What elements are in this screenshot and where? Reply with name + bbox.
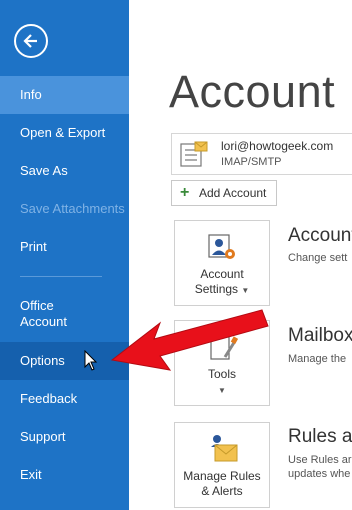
main-panel: Account Inf lori@howtogeek.com IMAP/SMTP…	[129, 0, 352, 510]
tools-icon	[210, 336, 239, 360]
rules-heading: Rules ar	[288, 426, 352, 447]
account-settings-line2-text: Settings	[194, 282, 239, 296]
sidebar-divider	[20, 276, 102, 277]
tools-label: Tools	[207, 367, 236, 381]
nav-exit[interactable]: Exit	[0, 456, 129, 494]
account-settings-line1: Account	[200, 267, 244, 281]
nav-save-as[interactable]: Save As	[0, 152, 129, 190]
manage-rules-button[interactable]: Manage Rules & Alerts	[174, 422, 270, 508]
account-email: lori@howtogeek.com	[221, 139, 334, 153]
nav-office-account-line1: Office	[20, 298, 54, 313]
account-settings-desc: Change sett	[288, 252, 348, 264]
add-account-label: Add Account	[199, 186, 267, 200]
rules-desc-line1: Use Rules ar	[288, 454, 352, 466]
nav-office-account-line2: Account	[20, 314, 67, 329]
nav-support[interactable]: Support	[0, 418, 129, 456]
account-settings-button[interactable]: Account Settings ▼	[174, 220, 270, 306]
dropdown-caret-icon: ▼	[241, 286, 250, 295]
account-settings-heading: Account	[288, 225, 352, 246]
account-settings-line2: Settings ▼	[175, 282, 269, 298]
rules-desc-line2: updates whe	[288, 468, 351, 480]
page-title: Account Inf	[169, 66, 352, 117]
manage-rules-line2: & Alerts	[201, 484, 243, 498]
plus-icon: +	[180, 184, 190, 201]
add-account-button[interactable]: + Add Account	[171, 180, 277, 206]
backstage-sidebar: Info Open & Export Save As Save Attachme…	[0, 0, 129, 510]
nav-open-export[interactable]: Open & Export	[0, 114, 129, 152]
mailbox-desc: Manage the	[288, 353, 347, 365]
rules-alerts-icon	[211, 435, 238, 462]
nav-save-attachments[interactable]: Save Attachments	[0, 190, 129, 228]
account-card-icon	[180, 141, 208, 167]
nav-print[interactable]: Print	[0, 228, 129, 266]
dropdown-caret-icon: ▼	[218, 386, 226, 395]
nav-office-account[interactable]: Office Account	[0, 296, 129, 334]
back-arrow-icon[interactable]	[14, 24, 48, 58]
mouse-cursor-icon	[84, 350, 98, 371]
nav-options[interactable]: Options	[0, 342, 129, 380]
account-selector[interactable]: lori@howtogeek.com IMAP/SMTP	[171, 133, 352, 175]
nav-info[interactable]: Info	[0, 76, 129, 114]
manage-rules-line1: Manage Rules	[183, 469, 261, 483]
mailbox-heading: Mailbox	[288, 325, 352, 346]
account-type: IMAP/SMTP	[221, 156, 282, 168]
nav-feedback[interactable]: Feedback	[0, 380, 129, 418]
account-settings-icon	[208, 234, 235, 259]
tools-button[interactable]: Tools ▼	[174, 320, 270, 406]
